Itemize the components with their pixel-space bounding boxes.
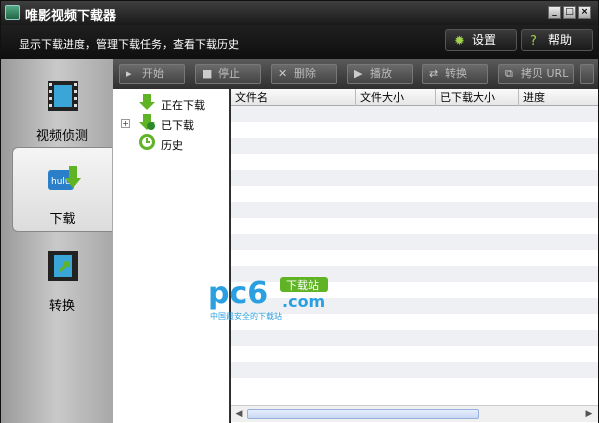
table-row bbox=[231, 170, 598, 186]
page-description: 显示下载进度，管理下载任务，查看下载历史 bbox=[19, 38, 239, 51]
nav-label: 下载 bbox=[49, 212, 76, 227]
table-row bbox=[231, 378, 598, 394]
start-button[interactable]: ▸ 开始 bbox=[119, 64, 185, 84]
tree-label: 历史 bbox=[161, 139, 183, 152]
download-icon: hulu bbox=[48, 166, 81, 190]
watermark-slogan: 中国最安全的下载站 bbox=[210, 311, 282, 321]
watermark-tag: 下载站 bbox=[286, 278, 319, 292]
nav-label: 转换 bbox=[48, 299, 75, 314]
stop-label: 停止 bbox=[218, 67, 240, 80]
copy-url-button[interactable]: ⧉ 拷贝 URL bbox=[498, 64, 574, 84]
nav-download[interactable]: hulu 下载 bbox=[12, 147, 112, 232]
convert-button[interactable]: ⇄ 转换 bbox=[422, 64, 488, 84]
table-row bbox=[231, 218, 598, 234]
close-button[interactable]: × bbox=[578, 6, 591, 19]
table-row bbox=[231, 122, 598, 138]
table-row bbox=[231, 330, 598, 346]
table-row bbox=[231, 186, 598, 202]
window-title: 唯影视频下载器 bbox=[25, 9, 117, 24]
tree-item-downloaded[interactable]: + 已下载 bbox=[121, 114, 229, 133]
play-label: 播放 bbox=[370, 67, 392, 80]
settings-button[interactable]: ✹ 设置 bbox=[445, 29, 517, 51]
download-arrow-icon bbox=[139, 94, 155, 110]
column-progress[interactable]: 进度 bbox=[519, 89, 598, 106]
expand-icon[interactable]: + bbox=[121, 119, 130, 128]
category-tree: 正在下载 + 已下载 历史 bbox=[113, 89, 230, 423]
tree-item-downloading[interactable]: 正在下载 bbox=[121, 94, 229, 113]
delete-button[interactable]: ✕ 删除 bbox=[271, 64, 337, 84]
settings-label: 设置 bbox=[472, 33, 497, 47]
stop-button[interactable]: ■ 停止 bbox=[195, 64, 261, 84]
toolbar-overflow-button[interactable] bbox=[580, 64, 594, 84]
table-row bbox=[231, 250, 598, 266]
convert-icon: ⇄ bbox=[429, 67, 439, 80]
watermark-logo: pc6 下载站 .com 中国最安全的下载站 bbox=[208, 276, 328, 321]
list-header: 文件名 文件大小 已下载大小 进度 bbox=[231, 89, 598, 106]
toolbar: ▸ 开始 ■ 停止 ✕ 删除 ▶ 播放 ⇄ 转换 ⧉ 拷贝 URL bbox=[113, 59, 598, 89]
app-icon bbox=[5, 5, 20, 20]
minimize-button[interactable]: _ bbox=[548, 6, 561, 19]
table-row bbox=[231, 234, 598, 250]
maximize-button[interactable]: □ bbox=[563, 6, 576, 19]
tree-label: 已下载 bbox=[161, 119, 194, 132]
app-window: 唯影视频下载器 _ □ × 显示下载进度，管理下载任务，查看下载历史 ✹ 设置 … bbox=[0, 0, 599, 423]
table-row bbox=[231, 202, 598, 218]
downloaded-icon bbox=[139, 114, 155, 130]
history-icon bbox=[139, 134, 155, 150]
column-downloaded[interactable]: 已下载大小 bbox=[436, 89, 519, 106]
download-list: 文件名 文件大小 已下载大小 进度 ◀ ▶ bbox=[231, 89, 598, 423]
watermark-brand: pc6 bbox=[208, 276, 268, 311]
tree-label: 正在下载 bbox=[161, 99, 205, 112]
horizontal-scrollbar[interactable]: ◀ ▶ bbox=[231, 405, 598, 422]
help-label: 帮助 bbox=[548, 33, 573, 47]
watermark-domain: .com bbox=[282, 292, 325, 311]
scroll-thumb[interactable] bbox=[247, 409, 479, 419]
stop-icon: ■ bbox=[202, 67, 213, 80]
convert-label: 转换 bbox=[445, 67, 467, 80]
info-bar: 显示下载进度，管理下载任务，查看下载历史 ✹ 设置 ? 帮助 bbox=[1, 25, 598, 59]
table-row bbox=[231, 362, 598, 378]
table-row bbox=[231, 106, 598, 122]
nav-label: 视频侦测 bbox=[35, 129, 88, 144]
column-filename[interactable]: 文件名 bbox=[231, 89, 356, 106]
copy-url-label: 拷贝 URL bbox=[521, 67, 569, 80]
sidebar: 视频侦测 hulu 下载 转换 bbox=[1, 59, 113, 423]
table-row bbox=[231, 138, 598, 154]
nav-video-detect[interactable]: 视频侦测 bbox=[12, 65, 112, 150]
scroll-right-icon[interactable]: ▶ bbox=[582, 407, 596, 421]
copy-icon: ⧉ bbox=[505, 67, 513, 80]
nav-convert[interactable]: 转换 bbox=[12, 235, 112, 320]
convert-icon bbox=[48, 251, 78, 281]
table-row bbox=[231, 154, 598, 170]
play-button[interactable]: ▶ 播放 bbox=[347, 64, 413, 84]
table-row bbox=[231, 346, 598, 362]
help-icon: ? bbox=[530, 34, 537, 49]
scroll-left-icon[interactable]: ◀ bbox=[232, 407, 246, 421]
gear-icon: ✹ bbox=[454, 34, 465, 49]
tree-item-history[interactable]: 历史 bbox=[121, 134, 229, 153]
play-icon: ▶ bbox=[354, 67, 363, 80]
help-button[interactable]: ? 帮助 bbox=[521, 29, 593, 51]
film-icon bbox=[48, 81, 78, 111]
column-filesize[interactable]: 文件大小 bbox=[356, 89, 436, 106]
delete-icon: ✕ bbox=[278, 67, 288, 80]
delete-label: 删除 bbox=[294, 67, 316, 80]
start-label: 开始 bbox=[142, 67, 164, 80]
play-icon: ▸ bbox=[126, 67, 132, 80]
title-bar[interactable]: 唯影视频下载器 _ □ × bbox=[1, 1, 598, 25]
